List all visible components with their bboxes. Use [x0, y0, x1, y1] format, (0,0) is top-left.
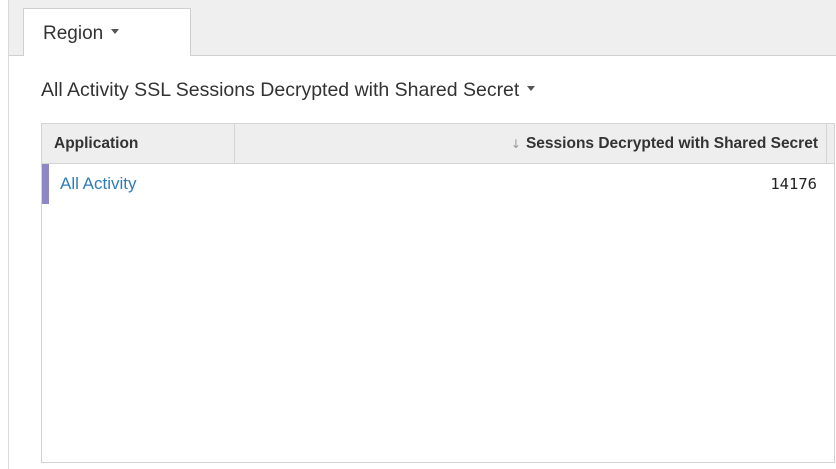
caret-down-icon	[111, 29, 120, 35]
table-row: All Activity 14176	[42, 164, 834, 204]
caret-down-icon	[527, 86, 536, 92]
sort-down-arrow-icon: ↓	[510, 137, 521, 151]
sessions-value: 14176	[770, 175, 817, 193]
panel-title-dropdown[interactable]: All Activity SSL Sessions Decrypted with…	[41, 79, 536, 102]
tab-region[interactable]: Region	[23, 8, 191, 56]
column-header-sessions-label: Sessions Decrypted with Shared Secret	[525, 135, 818, 152]
tab-region-text: Region	[43, 23, 104, 44]
page: Region All Activity SSL Sessions Decrypt…	[0, 0, 836, 469]
tab-bar: Region	[9, 0, 836, 56]
column-header-sessions[interactable]: ↓ Sessions Decrypted with Shared Secret	[235, 124, 827, 163]
panel-title: All Activity SSL Sessions Decrypted with…	[41, 79, 520, 101]
column-header-sessions-content: ↓ Sessions Decrypted with Shared Secret	[511, 135, 818, 153]
left-border	[8, 0, 9, 469]
data-table: Application ↓ Sessions Decrypted with Sha…	[41, 123, 835, 463]
column-header-application-label: Application	[54, 135, 139, 152]
application-link[interactable]: All Activity	[60, 174, 137, 194]
table-header: Application ↓ Sessions Decrypted with Sha…	[42, 124, 834, 164]
row-color-indicator	[42, 164, 49, 204]
column-header-application[interactable]: Application	[42, 124, 235, 163]
tab-region-label: Region	[43, 23, 120, 45]
